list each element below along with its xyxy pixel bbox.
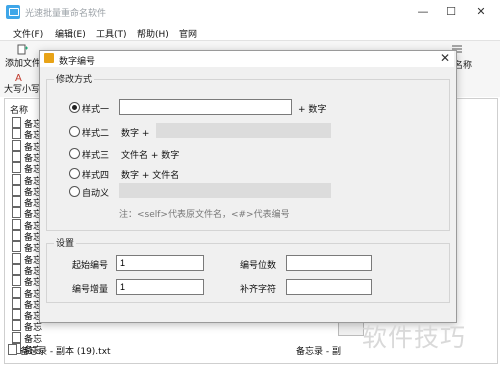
text-file-icon <box>12 196 21 208</box>
text-file-icon <box>12 184 21 196</box>
radio-style3-label: 样式三 <box>82 151 110 161</box>
column-header-name[interactable]: 名称 <box>10 103 28 116</box>
text-file-icon <box>12 207 21 219</box>
list-item[interactable]: 备忘 <box>12 275 42 288</box>
radio-style1-label: 样式一 <box>82 105 110 115</box>
radio-style2[interactable] <box>69 126 80 137</box>
text-file-icon <box>12 275 21 287</box>
format-note: 注：<self>代表原文件名，<#>代表编号 <box>119 210 290 220</box>
menu-edit[interactable]: 编辑(E) <box>55 27 86 40</box>
list-item[interactable]: 备忘 <box>12 173 42 187</box>
list-item[interactable]: 备忘 <box>12 297 42 311</box>
dialog-title: 数字编号 <box>59 57 96 67</box>
minimize-button[interactable]: — <box>408 4 438 20</box>
increment-input[interactable] <box>116 279 204 295</box>
style1-input[interactable] <box>119 99 292 115</box>
list-item[interactable]: 备忘 <box>12 252 42 266</box>
pad-char-input[interactable] <box>286 279 372 295</box>
radio-style4[interactable] <box>69 168 80 179</box>
list-item[interactable]: 备忘 <box>12 184 42 198</box>
text-file-icon <box>12 320 21 332</box>
text-file-icon <box>12 117 21 128</box>
style2-prefix: 数字 + <box>121 129 150 139</box>
text-file-icon <box>12 218 21 230</box>
text-file-icon <box>12 230 21 241</box>
list-item[interactable]: 备忘 <box>12 230 42 243</box>
list-item[interactable]: 备忘 <box>12 117 42 130</box>
list-item[interactable]: 备忘 <box>12 241 42 254</box>
start-number-label: 起始编号 <box>72 261 109 271</box>
list-item[interactable]: 备忘 <box>12 150 42 164</box>
radio-style3[interactable] <box>69 148 80 159</box>
text-file-icon <box>12 263 21 275</box>
style3-text: 文件名 + 数字 <box>121 151 180 161</box>
text-file-icon <box>12 252 21 264</box>
radio-custom[interactable] <box>69 186 80 197</box>
style2-input <box>156 123 331 138</box>
app-title: 光速批量重命名软件 <box>25 9 107 19</box>
list-item-last-name: 备忘录 - 副 <box>296 347 341 357</box>
list-item[interactable]: 备忘 <box>12 128 42 141</box>
svg-text:A: A <box>15 73 22 82</box>
dialog-close-button[interactable]: ✕ <box>437 51 453 65</box>
custom-input <box>119 183 331 198</box>
text-file-icon <box>12 241 21 253</box>
list-item[interactable]: 备忘 <box>12 320 42 333</box>
menu-website[interactable]: 官网 <box>179 27 197 40</box>
text-file-icon <box>8 344 17 355</box>
list-item[interactable]: 备忘 <box>12 218 42 232</box>
watermark: 软件技巧 <box>362 323 467 352</box>
method-group-legend: 修改方式 <box>54 72 95 85</box>
digits-input[interactable] <box>286 255 372 271</box>
menu-help[interactable]: 帮助(H) <box>137 27 169 40</box>
list-item[interactable]: 备忘 <box>12 286 42 300</box>
list-item[interactable]: 备忘 <box>12 331 42 345</box>
add-file-icon <box>17 44 28 55</box>
radio-style2-label: 样式二 <box>82 129 110 139</box>
radio-style1[interactable] <box>69 102 80 113</box>
text-file-icon <box>12 286 21 298</box>
text-file-icon <box>12 150 21 162</box>
list-item[interactable]: 备忘 <box>12 162 42 175</box>
dialog-title-bar <box>40 51 454 67</box>
add-file-button[interactable]: 添加文件 <box>5 56 41 69</box>
menu-tools[interactable]: 工具(T) <box>96 27 127 40</box>
case-icon: A <box>15 73 22 82</box>
maximize-button[interactable]: ☐ <box>436 4 466 20</box>
settings-group-legend: 设置 <box>54 236 77 249</box>
style4-text: 数字 + 文件名 <box>121 171 180 181</box>
list-item[interactable]: 备忘 <box>12 196 42 209</box>
start-number-input[interactable] <box>116 255 204 271</box>
digits-label: 编号位数 <box>240 261 277 271</box>
list-item[interactable]: 备忘 <box>12 207 42 220</box>
text-file-icon <box>12 139 21 151</box>
close-button[interactable]: ✕ <box>466 4 496 20</box>
style1-suffix: + 数字 <box>298 105 327 115</box>
case-button[interactable]: 大写小写 <box>4 82 40 95</box>
text-file-icon <box>12 309 21 321</box>
list-item[interactable]: 备忘 <box>12 263 42 277</box>
text-file-icon <box>12 128 21 140</box>
list-item[interactable]: 备忘 <box>12 309 42 322</box>
radio-custom-label: 自动义 <box>82 189 110 199</box>
text-file-icon <box>12 297 21 309</box>
list-item-last[interactable]: 备忘录 - 副本 (19).txt <box>8 344 111 357</box>
increment-label: 编号增量 <box>72 285 109 295</box>
list-item[interactable]: 备忘 <box>12 139 42 153</box>
radio-style4-label: 样式四 <box>82 171 110 181</box>
menu-file[interactable]: 文件(F) <box>13 27 43 40</box>
text-file-icon <box>12 173 21 185</box>
pad-char-label: 补齐字符 <box>240 285 277 295</box>
text-file-icon <box>12 162 21 174</box>
file-name: 备忘录 - 副本 (19).txt <box>20 347 111 357</box>
text-file-icon <box>12 331 21 343</box>
app-logo-icon <box>6 5 20 19</box>
dialog-icon <box>44 53 54 63</box>
